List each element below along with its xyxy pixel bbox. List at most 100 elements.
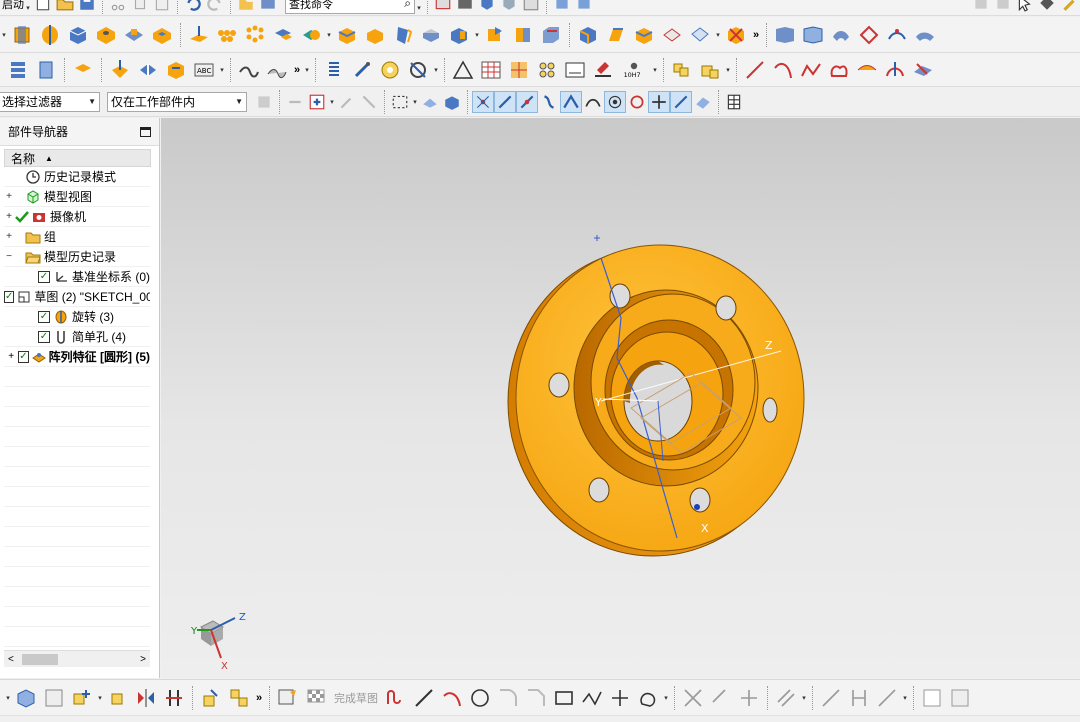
datum-plane-icon[interactable] [185, 21, 213, 49]
offset-face-icon[interactable] [537, 21, 565, 49]
replace-face-icon[interactable] [658, 21, 686, 49]
expand-icon[interactable]: + [4, 351, 14, 362]
start-menu[interactable]: 启动 [2, 0, 24, 12]
sync-modeling-icon[interactable] [574, 21, 602, 49]
shaded-icon[interactable] [476, 0, 498, 14]
add-component-icon[interactable] [696, 56, 724, 84]
polyline-icon[interactable] [578, 684, 606, 712]
tree-node-model-history[interactable]: − 模型历史记录 [4, 247, 150, 267]
drum-icon[interactable] [32, 56, 60, 84]
tree-node-revolve[interactable]: ✓ 旋转 (3) [4, 307, 150, 327]
sketch-icon-tool[interactable] [274, 684, 302, 712]
cut-icon[interactable] [107, 0, 129, 14]
snap-curve-icon[interactable] [538, 91, 560, 113]
command-search-input[interactable]: 查找命令 ⌕ [285, 0, 415, 14]
trim-body-icon[interactable] [481, 21, 509, 49]
expand-icon[interactable]: + [4, 211, 14, 222]
tree-node-groups[interactable]: + 组 [4, 227, 150, 247]
dimension-icon[interactable] [845, 684, 873, 712]
pad-icon[interactable] [106, 56, 134, 84]
finish-sketch-label[interactable]: 完成草图 [334, 690, 378, 706]
sketch-circle-icon[interactable] [466, 684, 494, 712]
snap-arc-center-icon[interactable] [604, 90, 626, 113]
polygon-icon[interactable] [634, 684, 662, 712]
weld-icon[interactable] [533, 56, 561, 84]
groove-icon[interactable] [162, 56, 190, 84]
pattern-tool-icon[interactable] [213, 21, 241, 49]
move-face-icon[interactable] [602, 21, 630, 49]
copy-icon[interactable] [129, 0, 151, 14]
through-curves-icon[interactable] [883, 21, 911, 49]
select-caret[interactable]: ▾ [328, 98, 336, 106]
tools-icon[interactable] [1058, 0, 1080, 14]
wave-surface-icon[interactable] [263, 56, 291, 84]
auto-constrain-icon[interactable] [873, 684, 901, 712]
text-engrave-icon[interactable]: ABC [190, 56, 218, 84]
paste-icon[interactable] [151, 0, 173, 14]
snap-point-on-face-icon[interactable] [692, 91, 714, 113]
delete-face-caret[interactable]: ▾ [714, 31, 722, 39]
select-all-icon[interactable] [306, 91, 328, 113]
swept-icon[interactable] [827, 21, 855, 49]
assembly-navigator-icon[interactable] [12, 684, 40, 712]
constraint-icon[interactable] [160, 684, 188, 712]
line-icon[interactable] [741, 56, 769, 84]
work-layer-icon[interactable] [573, 0, 595, 14]
fillet-icon[interactable] [494, 684, 522, 712]
start-caret[interactable]: ▾ [24, 4, 32, 12]
maximize-icon[interactable] [140, 126, 151, 137]
thread-caret[interactable]: ▾ [473, 31, 481, 39]
gear-icon[interactable] [376, 56, 404, 84]
expand-icon[interactable]: + [4, 191, 14, 202]
boss-icon[interactable] [120, 21, 148, 49]
shell-icon[interactable] [417, 21, 445, 49]
search-icon[interactable]: ⌕ [404, 0, 411, 11]
background-color-icon[interactable] [520, 0, 542, 14]
collapse-icon[interactable]: − [4, 251, 14, 262]
slot-icon[interactable] [134, 56, 162, 84]
draft-icon[interactable] [389, 21, 417, 49]
visibility-checkbox[interactable]: ✓ [38, 330, 50, 343]
undo-icon[interactable] [182, 0, 204, 14]
layer-settings-icon[interactable] [970, 0, 992, 14]
snap-quadrant-icon[interactable] [626, 91, 648, 113]
sketch-arc-icon[interactable] [438, 684, 466, 712]
name-column-header[interactable]: 名称 ▲ [4, 149, 151, 167]
replace-component-icon[interactable] [104, 684, 132, 712]
offset-sketch-icon[interactable] [772, 684, 800, 712]
polygon-caret[interactable]: ▾ [662, 694, 670, 702]
studio-surface-icon[interactable] [855, 21, 883, 49]
alternate-solution-icon[interactable] [946, 684, 974, 712]
block-icon[interactable] [64, 21, 92, 49]
measure-icon[interactable] [722, 21, 750, 49]
visibility-checkbox[interactable]: ✓ [18, 350, 29, 363]
surface-icon[interactable] [771, 21, 799, 49]
pull-face-icon[interactable] [630, 21, 658, 49]
mesh-surface-icon[interactable] [799, 21, 827, 49]
tree-node-datum-csys[interactable]: ✓ 基准坐标系 (0) [4, 267, 150, 287]
scrollbar-thumb[interactable] [22, 654, 58, 665]
make-corner-icon[interactable] [735, 684, 763, 712]
emboss-icon[interactable] [69, 56, 97, 84]
visibility-checkbox[interactable]: ✓ [38, 310, 50, 323]
visibility-checkbox[interactable]: ✓ [4, 290, 15, 303]
search-caret[interactable]: ▾ [415, 4, 423, 12]
render-style-icon[interactable] [454, 0, 476, 14]
redo-icon[interactable] [204, 0, 226, 14]
mirror-icon[interactable] [132, 684, 160, 712]
snap-endpoint-icon[interactable] [472, 90, 494, 113]
row3-caret-2[interactable]: ▾ [432, 66, 440, 74]
selection-filter-select[interactable]: 选择过滤器 ▼ [0, 91, 100, 112]
move-to-layer-icon[interactable] [992, 0, 1014, 14]
subtract-icon[interactable] [297, 21, 325, 49]
select-point-icon[interactable] [336, 91, 358, 113]
view-orient-icon[interactable] [498, 0, 520, 14]
touch-mode-icon[interactable] [235, 0, 257, 14]
snap-existing-point-icon[interactable] [648, 90, 670, 113]
subtract-caret[interactable]: ▾ [325, 31, 333, 39]
blob-curve-icon[interactable] [825, 56, 853, 84]
fit-view-icon[interactable] [432, 0, 454, 14]
snap-line-icon[interactable] [494, 90, 516, 113]
n-sided-surface-icon[interactable] [911, 21, 939, 49]
row3-caret-1[interactable]: ▾ [303, 66, 311, 74]
